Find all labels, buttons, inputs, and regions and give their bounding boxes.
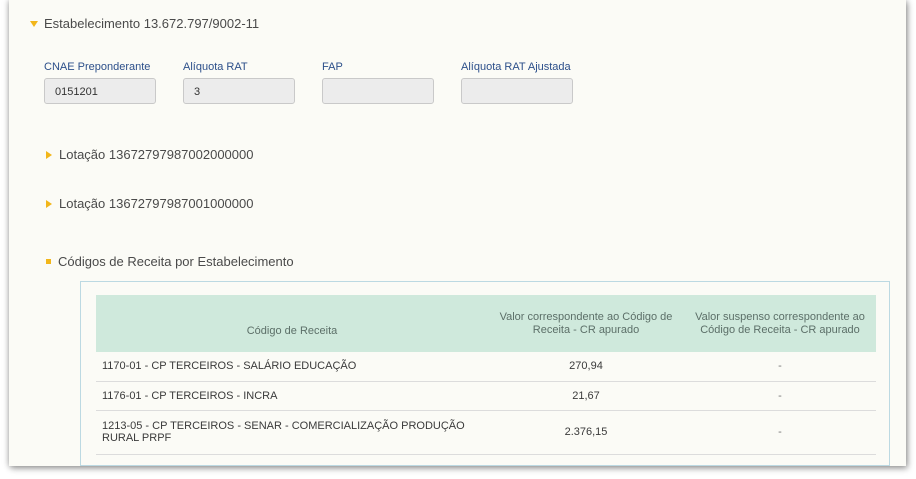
caret-right-icon [46, 150, 52, 159]
header-codigo: Código de Receita [96, 295, 488, 352]
estabelecimento-header[interactable]: Estabelecimento 13.672.797/9002-11 [30, 16, 259, 31]
cell-codigo: 1170-01 - CP TERCEIROS - SALÁRIO EDUCAÇÃ… [96, 352, 488, 382]
aliquota-rat-ajustada-field: Alíquota RAT Ajustada [461, 61, 573, 104]
cnae-label: CNAE Preponderante [44, 61, 151, 73]
cell-suspenso: - [684, 352, 876, 382]
aliquota-rat-ajustada-input[interactable] [461, 78, 573, 104]
codigos-title: Códigos de Receita por Estabelecimento [58, 254, 294, 269]
aliquota-rat-field: Alíquota RAT 3 [183, 61, 295, 104]
lotacao-header-2[interactable]: Lotação 13672797987001000000 [46, 196, 253, 211]
content-panel: Estabelecimento 13.672.797/9002-11 CNAE … [9, 0, 906, 466]
codigos-header[interactable]: Códigos de Receita por Estabelecimento [46, 254, 294, 269]
square-bullet-icon [46, 259, 51, 264]
codigos-table-container: Código de Receita Valor correspondente a… [80, 281, 890, 466]
caret-down-icon [30, 20, 38, 27]
lotacao-header-1[interactable]: Lotação 13672797987002000000 [46, 147, 253, 162]
lotacao-title-2: Lotação 13672797987001000000 [59, 196, 254, 211]
header-valor: Valor correspondente ao Código de Receit… [488, 295, 684, 352]
codigos-table: Código de Receita Valor correspondente a… [96, 295, 876, 455]
fap-input[interactable] [322, 78, 434, 104]
fap-field: FAP [322, 61, 434, 104]
aliquota-rat-label: Alíquota RAT [183, 61, 248, 73]
table-row: 1170-01 - CP TERCEIROS - SALÁRIO EDUCAÇÃ… [96, 352, 876, 382]
aliquota-rat-ajustada-label: Alíquota RAT Ajustada [461, 61, 571, 73]
aliquota-rat-input[interactable]: 3 [183, 78, 295, 104]
cell-codigo: 1176-01 - CP TERCEIROS - INCRA [96, 381, 488, 411]
estabelecimento-title: Estabelecimento 13.672.797/9002-11 [44, 16, 260, 31]
cnae-input[interactable]: 0151201 [44, 78, 156, 104]
cell-valor: 270,94 [488, 352, 684, 382]
cell-codigo: 1213-05 - CP TERCEIROS - SENAR - COMERCI… [96, 410, 488, 455]
cell-valor: 21,67 [488, 381, 684, 411]
table-header-row: Código de Receita Valor correspondente a… [96, 295, 876, 352]
caret-right-icon [46, 199, 52, 208]
fap-label: FAP [322, 61, 343, 73]
table-row: 1213-05 - CP TERCEIROS - SENAR - COMERCI… [96, 410, 876, 455]
header-suspenso: Valor suspenso correspondente ao Código … [684, 295, 876, 352]
cnae-field: CNAE Preponderante 0151201 [44, 61, 156, 104]
table-row: 1176-01 - CP TERCEIROS - INCRA 21,67 - [96, 381, 876, 411]
cell-valor: 2.376,15 [488, 410, 684, 455]
lotacao-title-1: Lotação 13672797987002000000 [59, 147, 254, 162]
cell-suspenso: - [684, 410, 876, 455]
cell-suspenso: - [684, 381, 876, 411]
